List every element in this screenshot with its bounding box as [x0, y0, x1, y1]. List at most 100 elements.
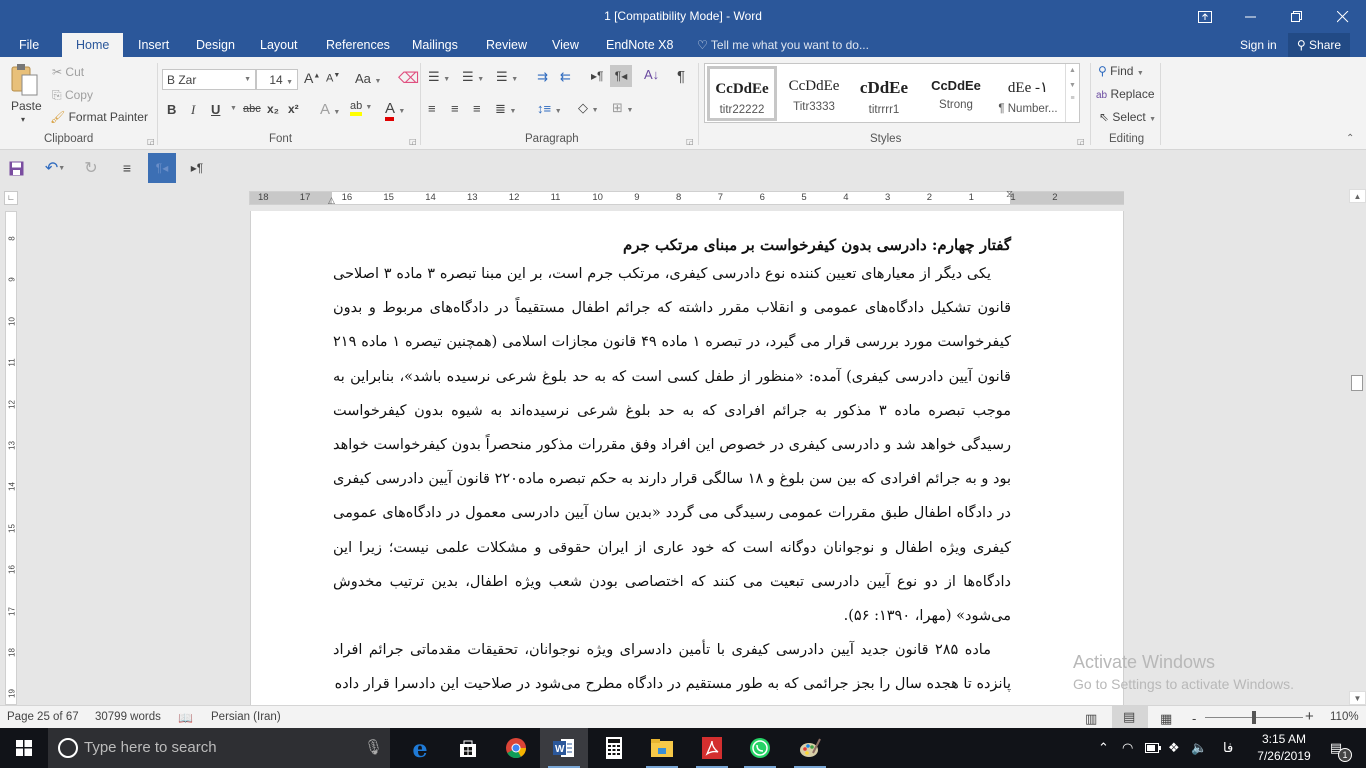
- calculator-icon[interactable]: [590, 728, 638, 768]
- ltr-button[interactable]: ▸¶: [591, 69, 603, 83]
- clock[interactable]: 3:15 AM 7/26/2019: [1248, 731, 1320, 765]
- tab-review[interactable]: Review: [486, 33, 527, 57]
- word-count[interactable]: 30799 words: [95, 711, 161, 723]
- taskbar-search[interactable]: Type here to search 🎙: [48, 728, 390, 768]
- scroll-thumb[interactable]: [1351, 375, 1363, 391]
- replace-button[interactable]: ab Replace: [1096, 87, 1155, 101]
- ribbon-display-options-button[interactable]: [1182, 0, 1228, 33]
- zoom-slider-thumb[interactable]: [1252, 711, 1256, 724]
- paint-icon[interactable]: [786, 728, 834, 768]
- tab-layout[interactable]: Layout: [260, 33, 298, 57]
- more-styles-icon[interactable]: ≡: [1066, 95, 1079, 102]
- styles-launcher-icon[interactable]: ◲: [1077, 137, 1085, 146]
- align-right-button[interactable]: ≡: [473, 101, 481, 116]
- volume-icon[interactable]: 🔈: [1191, 728, 1207, 768]
- store-icon[interactable]: [444, 728, 492, 768]
- vertical-ruler[interactable]: 8 9 10 11 12 13 14 15 16 17 18 19: [5, 211, 17, 705]
- restore-button[interactable]: [1274, 0, 1320, 33]
- tab-insert[interactable]: Insert: [138, 33, 169, 57]
- acrobat-icon[interactable]: [688, 728, 736, 768]
- share-button[interactable]: ⚲ Share: [1288, 33, 1350, 57]
- styles-scroll[interactable]: ▲ ▼ ≡: [1065, 64, 1079, 122]
- print-layout-button[interactable]: ▤: [1112, 706, 1148, 728]
- style-titr3333[interactable]: CcDdEe Titr3333: [779, 66, 849, 121]
- shading-button[interactable]: ◇ ▼: [578, 100, 599, 116]
- shrink-font-button[interactable]: A▼: [326, 72, 340, 85]
- scroll-up-icon[interactable]: ▲: [1349, 189, 1366, 203]
- tab-references[interactable]: References: [326, 33, 390, 57]
- save-button[interactable]: [5, 153, 27, 183]
- paste-button[interactable]: [10, 63, 40, 100]
- chevron-up-icon[interactable]: ▲: [1066, 67, 1079, 74]
- align-qat-button[interactable]: ≡: [116, 153, 138, 183]
- tab-design[interactable]: Design: [196, 33, 235, 57]
- microphone-icon[interactable]: 🎙: [364, 738, 383, 756]
- paragraph-launcher-icon[interactable]: ◲: [686, 137, 694, 146]
- font-name-combo[interactable]: B Zar ▼: [162, 69, 256, 90]
- close-button[interactable]: [1320, 0, 1366, 33]
- multilevel-list-button[interactable]: ☰ ▼: [496, 69, 518, 85]
- file-explorer-icon[interactable]: [638, 728, 686, 768]
- tab-view[interactable]: View: [552, 33, 579, 57]
- align-left-button[interactable]: ≡: [428, 101, 436, 116]
- sort-button[interactable]: A↓: [644, 67, 659, 82]
- start-button[interactable]: [0, 728, 48, 768]
- zoom-in-button[interactable]: +: [1305, 708, 1314, 725]
- chrome-icon[interactable]: [492, 728, 540, 768]
- line-spacing-button[interactable]: ↕≡ ▼: [537, 101, 562, 116]
- grow-font-button[interactable]: A▲: [304, 70, 320, 86]
- find-button[interactable]: ⚲ Find ▼: [1098, 64, 1144, 78]
- underline-button[interactable]: U: [211, 102, 220, 117]
- copy-button[interactable]: ⎘ Copy: [52, 88, 93, 103]
- superscript-button[interactable]: x²: [288, 102, 299, 116]
- bold-button[interactable]: B: [167, 102, 176, 117]
- dropbox-tray-icon[interactable]: ❖: [1168, 728, 1180, 768]
- decrease-indent-button[interactable]: ⇉: [537, 69, 548, 85]
- style-number[interactable]: dEe -١ ¶ Number...: [993, 66, 1063, 121]
- change-case-button[interactable]: Aa ▼: [355, 71, 381, 86]
- style-titr22222[interactable]: CcDdEe titr22222: [707, 66, 777, 121]
- italic-button[interactable]: I: [191, 102, 195, 118]
- zoom-level[interactable]: 110%: [1330, 711, 1359, 723]
- scroll-down-icon[interactable]: ▼: [1349, 691, 1366, 705]
- tab-selector[interactable]: ∟: [4, 191, 18, 205]
- battery-icon[interactable]: [1145, 728, 1161, 768]
- document-page[interactable]: گفتار چهارم: دادرسی بدون کیفرخواست بر مب…: [250, 211, 1124, 705]
- proofing-icon[interactable]: 📖: [178, 711, 193, 725]
- subscript-button[interactable]: x₂: [267, 102, 279, 116]
- tab-endnote[interactable]: EndNote X8: [606, 33, 673, 57]
- tell-me-box[interactable]: ♡ Tell me what you want to do...: [697, 33, 869, 57]
- justify-button[interactable]: ≣ ▼: [495, 101, 516, 117]
- style-titrrrr1[interactable]: cDdEe titrrrr1: [849, 66, 919, 121]
- show-hidden-icons-button[interactable]: ⌃: [1098, 728, 1109, 768]
- paste-dropdown-icon[interactable]: ▾: [21, 115, 25, 124]
- chevron-down-icon[interactable]: ▼: [1066, 82, 1079, 89]
- underline-dropdown-icon[interactable]: ▼: [230, 105, 237, 112]
- increase-indent-button[interactable]: ⇇: [560, 69, 571, 85]
- left-indent-marker[interactable]: △: [328, 195, 335, 206]
- rtl-button[interactable]: ¶◂: [610, 65, 632, 87]
- text-effects-button[interactable]: A ▼: [320, 101, 340, 118]
- network-icon[interactable]: ◠: [1122, 728, 1133, 768]
- strikethrough-button[interactable]: abc: [243, 103, 261, 115]
- read-mode-icon[interactable]: ▥: [1085, 711, 1097, 727]
- borders-button[interactable]: ⊞ ▼: [612, 100, 633, 116]
- tab-file[interactable]: File: [19, 33, 39, 57]
- font-size-combo[interactable]: 14 ▼: [256, 69, 298, 90]
- web-layout-icon[interactable]: ▦: [1160, 711, 1172, 727]
- collapse-ribbon-icon[interactable]: ⌃: [1346, 133, 1354, 144]
- language[interactable]: Persian (Iran): [211, 711, 281, 723]
- align-center-button[interactable]: ≡: [451, 101, 459, 116]
- style-strong[interactable]: CcDdEe Strong: [921, 66, 991, 121]
- select-button[interactable]: ⇖ Select ▼: [1099, 110, 1156, 124]
- ltr-qat-button[interactable]: ▸¶: [186, 153, 208, 183]
- document-body[interactable]: گفتار چهارم: دادرسی بدون کیفرخواست بر مب…: [333, 233, 1011, 702]
- format-painter-button[interactable]: 🖌 Format Painter: [50, 110, 148, 124]
- right-indent-marker[interactable]: ⧖: [1006, 189, 1013, 200]
- font-launcher-icon[interactable]: ◲: [409, 137, 417, 146]
- edge-icon[interactable]: e: [396, 728, 444, 768]
- sign-in-link[interactable]: Sign in: [1240, 33, 1277, 57]
- tab-mailings[interactable]: Mailings: [412, 33, 458, 57]
- tab-home[interactable]: Home: [62, 33, 124, 57]
- show-formatting-button[interactable]: ¶: [677, 68, 685, 85]
